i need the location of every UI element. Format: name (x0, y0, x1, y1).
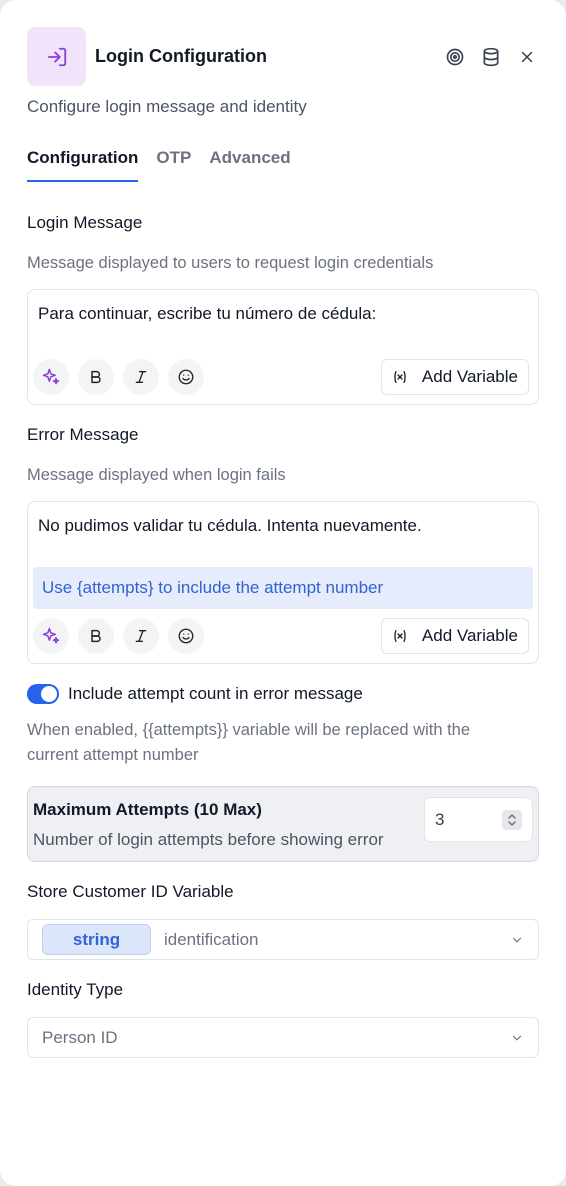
variable-icon (394, 371, 406, 383)
max-attempts-value[interactable]: 3 (435, 810, 444, 830)
include-attempt-row: Include attempt count in error message (27, 684, 363, 704)
error-message-label: Error Message (27, 425, 139, 444)
emoji-icon[interactable] (168, 618, 204, 654)
login-icon (27, 27, 86, 86)
stepper-arrows-icon[interactable] (502, 810, 522, 830)
login-message-editor[interactable]: Para continuar, escribe tu número de céd… (27, 289, 539, 405)
bold-icon[interactable] (78, 359, 114, 395)
identity-type-value: Person ID (42, 1028, 118, 1047)
tab-configuration[interactable]: Configuration (27, 148, 139, 182)
ai-sparkle-icon[interactable] (33, 359, 69, 395)
login-message-text[interactable]: Para continuar, escribe tu número de céd… (38, 304, 376, 324)
max-attempts-card: Maximum Attempts (10 Max) Number of logi… (27, 786, 539, 862)
emoji-icon[interactable] (168, 359, 204, 395)
login-message-toolbar: Add Variable (33, 358, 529, 396)
login-message-description: Message displayed to users to request lo… (27, 254, 434, 272)
identity-type-select[interactable]: Person ID (27, 1017, 539, 1058)
target-icon[interactable] (443, 45, 467, 69)
tab-advanced[interactable]: Advanced (209, 148, 290, 182)
login-config-panel: Login Configuration Configure login mess… (0, 0, 566, 1186)
customer-id-label: Store Customer ID Variable (27, 882, 234, 901)
italic-icon[interactable] (123, 359, 159, 395)
error-message-text[interactable]: No pudimos validar tu cédula. Intenta nu… (38, 516, 422, 536)
include-attempt-description-line2: current attempt number (27, 746, 199, 764)
chevron-down-icon (512, 1035, 522, 1041)
ai-sparkle-icon[interactable] (33, 618, 69, 654)
chevron-down-icon (512, 937, 522, 943)
login-message-label: Login Message (27, 213, 143, 232)
add-variable-label: Add Variable (421, 367, 518, 386)
include-attempt-toggle[interactable] (27, 684, 59, 704)
max-attempts-title: Maximum Attempts (10 Max) (33, 800, 262, 819)
include-attempt-description-line1: When enabled, {{attempts}} variable will… (27, 721, 471, 739)
error-message-editor[interactable]: No pudimos validar tu cédula. Intenta nu… (27, 501, 539, 664)
database-icon[interactable] (479, 45, 503, 69)
add-variable-button[interactable]: Add Variable (380, 359, 529, 395)
max-attempts-stepper[interactable]: 3 (424, 797, 533, 842)
max-attempts-description: Number of login attempts before showing … (33, 830, 384, 849)
include-attempt-label: Include attempt count in error message (68, 684, 363, 703)
tab-bar: Configuration OTP Advanced (27, 148, 291, 182)
attempts-hint: Use {attempts} to include the attempt nu… (33, 567, 533, 609)
italic-icon[interactable] (123, 618, 159, 654)
page-title: Login Configuration (95, 46, 267, 66)
panel-header: Login Configuration (27, 27, 539, 86)
variable-icon (394, 630, 406, 642)
identity-type-label: Identity Type (27, 980, 124, 999)
error-message-description: Message displayed when login fails (27, 466, 286, 484)
customer-id-select[interactable]: string identification (27, 919, 539, 960)
type-chip: string (42, 924, 151, 955)
add-variable-button[interactable]: Add Variable (380, 618, 529, 654)
tab-otp[interactable]: OTP (156, 148, 191, 182)
error-message-toolbar: Add Variable (33, 617, 529, 655)
page-subtitle: Configure login message and identity (27, 97, 307, 116)
add-variable-label: Add Variable (421, 626, 518, 645)
close-icon[interactable] (515, 45, 539, 69)
bold-icon[interactable] (78, 618, 114, 654)
customer-id-value: identification (164, 930, 259, 949)
